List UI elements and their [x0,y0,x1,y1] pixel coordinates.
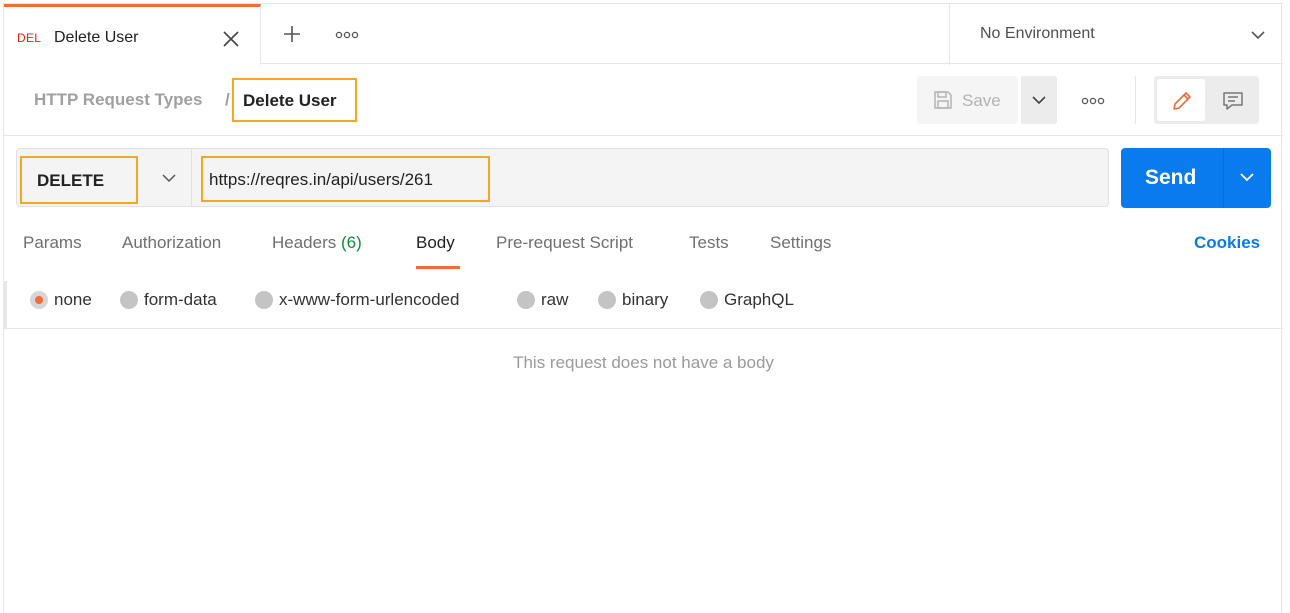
tab-params[interactable]: Params [23,233,82,253]
close-icon[interactable] [221,29,241,49]
pencil-icon [1173,92,1191,110]
method-value-box: DELETE [20,156,138,204]
save-icon [933,90,953,110]
environment-label: No Environment [980,25,1095,42]
radio-label: x-www-form-urlencoded [279,290,460,309]
tab-authorization[interactable]: Authorization [122,233,221,253]
tab-method-badge: DEL [17,31,42,45]
method-select[interactable]: DELETE [17,149,192,206]
radio-label: raw [541,290,569,309]
radio-label: none [54,290,92,309]
request-tabs: Params Authorization Headers (6) Body Pr… [4,221,1283,271]
view-mode-toggle [1154,76,1259,124]
cookies-link[interactable]: Cookies [1194,233,1260,253]
radio-label: binary [622,290,669,309]
save-button[interactable]: Save [917,76,1018,124]
chevron-down-icon [1032,96,1046,105]
more-icon[interactable] [1081,94,1105,106]
radio-indicator-selected [30,291,48,309]
tab-headers[interactable]: Headers (6) [272,233,362,253]
body-type-selector: none form-data x-www-form-urlencoded raw… [4,281,1283,329]
chevron-down-icon [1240,173,1254,182]
active-tab-indicator [416,266,460,269]
send-button-group: Send [1121,148,1271,208]
tab-tests[interactable]: Tests [689,233,729,253]
comment-icon [1223,92,1243,110]
send-button[interactable]: Send [1121,148,1223,208]
plus-icon[interactable] [282,24,302,44]
tab-title: Delete User [54,29,139,46]
tab-prerequest-script[interactable]: Pre-request Script [496,233,633,253]
method-value: DELETE [37,171,105,190]
radio-indicator [120,291,138,309]
headers-count-badge: (6) [341,233,362,252]
environment-selector[interactable]: No Environment [949,4,1283,65]
send-button-label: Send [1145,166,1197,189]
url-bar: DELETE https://reqres.in/api/users/261 [16,148,1109,207]
save-button-label: Save [962,91,1001,110]
chevron-down-icon [162,174,176,183]
radio-indicator [517,291,535,309]
tab-settings[interactable]: Settings [770,233,831,253]
breadcrumb-collection[interactable]: HTTP Request Types [34,90,202,110]
breadcrumb-request-name[interactable]: Delete User [232,78,357,122]
empty-body-message: This request does not have a body [513,353,774,372]
tab-headers-label: Headers [272,233,337,252]
request-toolbar: HTTP Request Types / Delete User Save [4,64,1283,136]
toolbar-divider [1135,76,1136,124]
app-window: DEL Delete User No Environment HTTP Requ… [3,3,1283,613]
send-options-button[interactable] [1224,148,1271,208]
radio-indicator [255,291,273,309]
radio-label: form-data [144,290,217,309]
breadcrumb-separator: / [225,90,230,109]
url-input[interactable]: https://reqres.in/api/users/261 [201,156,490,202]
tab-bar: DEL Delete User No Environment [4,3,1283,65]
tab-body[interactable]: Body [416,233,455,253]
edit-mode-button[interactable] [1157,79,1205,121]
radio-indicator [598,291,616,309]
radio-indicator [700,291,718,309]
request-tab[interactable]: DEL Delete User [4,4,261,65]
chevron-down-icon [1250,27,1266,43]
radio-label: GraphQL [724,290,794,309]
more-icon[interactable] [335,28,359,40]
save-options-button[interactable] [1021,76,1057,124]
comments-mode-button[interactable] [1208,79,1256,121]
